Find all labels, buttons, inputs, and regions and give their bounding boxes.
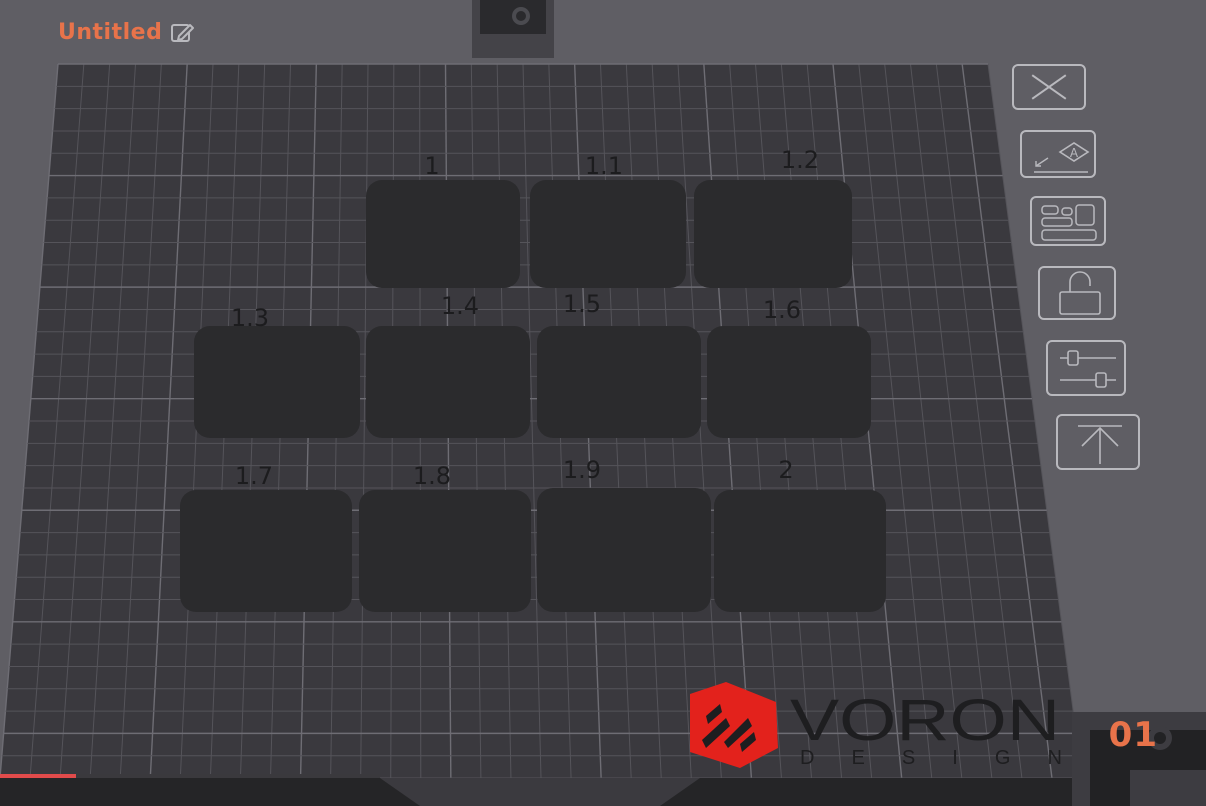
svg-text:A: A [1070, 146, 1079, 160]
part-label: 1.2 [781, 146, 819, 174]
plate-settings-button[interactable] [1046, 340, 1126, 396]
upload-icon [1078, 425, 1122, 464]
part-label: 1.7 [235, 462, 273, 490]
project-title-bar[interactable]: Untitled [58, 20, 195, 45]
unlock-icon [1059, 271, 1101, 315]
project-title[interactable]: Untitled [58, 20, 162, 45]
bed-front-bracket [380, 778, 700, 806]
plate-number: 01 [1108, 715, 1158, 755]
progress-track [0, 774, 380, 778]
slice-button[interactable] [1056, 414, 1140, 470]
plate-viewport[interactable]: 1 1.1 1.21.3 1.4 1.5 1.61.7 1.8 1.9 2 VORON DESI… [0, 0, 1206, 806]
close-icon [1031, 74, 1067, 100]
progress-fill [0, 774, 76, 778]
part-label: 2 [778, 456, 793, 484]
part-label: 1.3 [231, 304, 269, 332]
voron-logo-word: VORON [790, 688, 1060, 753]
part-label: 1.6 [763, 296, 801, 324]
part-body[interactable] [530, 180, 686, 288]
arrange-icon [1041, 204, 1097, 241]
part-body[interactable] [359, 490, 531, 612]
part-label: 1 [424, 152, 439, 180]
part-label: 1.8 [413, 462, 451, 490]
part-body[interactable] [707, 326, 871, 438]
part-body[interactable] [537, 488, 711, 612]
part-label: 1.1 [585, 152, 623, 180]
part-body[interactable] [537, 326, 701, 438]
arrange-button[interactable] [1030, 196, 1106, 246]
printer-gantry-mount [472, 0, 554, 58]
close-button[interactable] [1012, 64, 1086, 110]
part-body[interactable] [694, 180, 852, 288]
part-label: 1.5 [563, 290, 601, 318]
auto-orient-button[interactable]: A [1020, 130, 1096, 178]
part-body[interactable] [366, 326, 530, 438]
part-body[interactable] [180, 490, 352, 612]
lock-button[interactable] [1038, 266, 1116, 320]
part-label: 1.9 [563, 456, 601, 484]
edit-title-icon[interactable] [170, 22, 195, 44]
part-body[interactable] [714, 490, 886, 612]
auto-orient-icon: A [1034, 142, 1090, 173]
settings-sliders-icon [1060, 350, 1116, 388]
part-body[interactable] [366, 180, 520, 288]
part-body[interactable] [194, 326, 360, 438]
part-label: 1.4 [441, 292, 479, 320]
